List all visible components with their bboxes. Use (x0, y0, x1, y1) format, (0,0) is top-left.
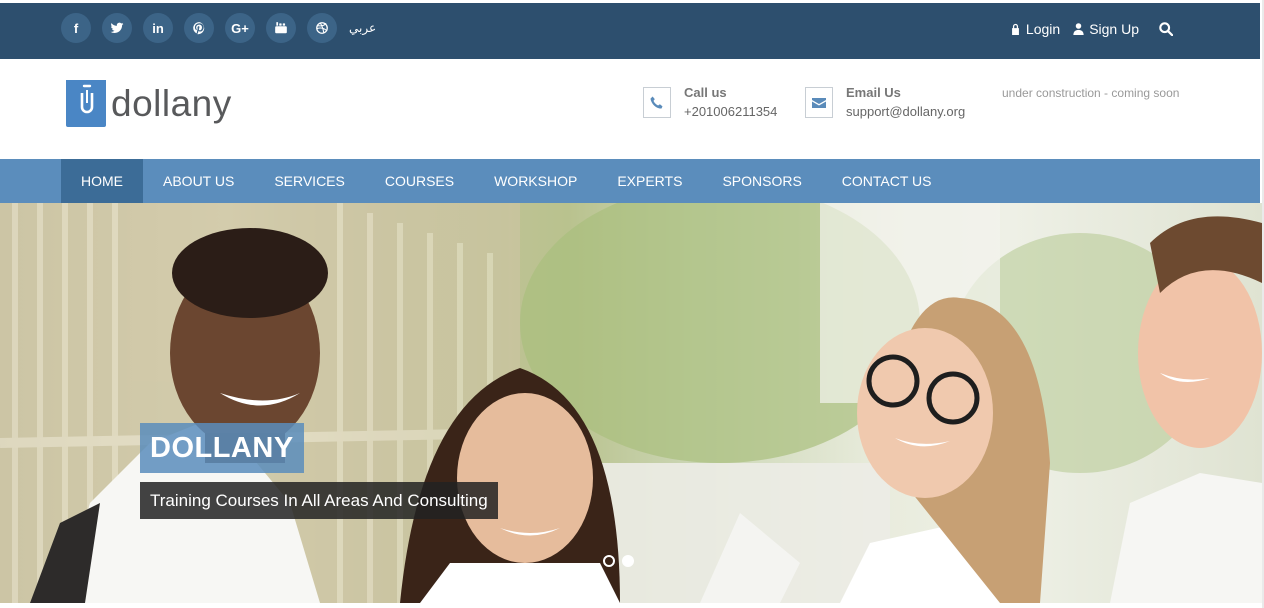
envelope-icon (805, 87, 833, 118)
nav-item-contact-us[interactable]: CONTACT US (822, 159, 952, 203)
login-label: Login (1025, 21, 1061, 37)
phone-icon (643, 87, 671, 118)
social-links: f in G+ عربي (61, 13, 376, 43)
account-links: Login Sign Up (997, 21, 1178, 37)
linkedin-icon[interactable]: in (143, 13, 173, 43)
site-logo[interactable]: dollany (66, 80, 232, 127)
slider-dot-1[interactable] (603, 555, 615, 567)
email-us-address[interactable]: support@dollany.org (846, 103, 965, 121)
login-link[interactable]: Login (1010, 21, 1060, 37)
hero-title: DOLLANY (140, 423, 304, 473)
search-icon (1159, 22, 1173, 36)
nav-item-courses[interactable]: COURSES (365, 159, 474, 203)
facebook-icon[interactable]: f (61, 13, 91, 43)
search-button[interactable] (1159, 22, 1178, 36)
call-us-block: Call us +201006211354 (643, 85, 777, 121)
site-header: dollany Call us +201006211354 Email Us s… (0, 59, 1260, 159)
user-icon (1073, 23, 1084, 35)
nav-item-services[interactable]: SERVICES (254, 159, 365, 203)
logo-text: dollany (111, 83, 232, 124)
signup-link[interactable]: Sign Up (1073, 21, 1139, 37)
nav-item-home[interactable]: HOME (61, 159, 143, 203)
linkedin-glyph: in (152, 20, 164, 36)
top-bar: f in G+ عربي Login Sign Up (0, 3, 1260, 59)
google-plus-icon[interactable]: G+ (225, 13, 255, 43)
lock-icon (1011, 23, 1019, 35)
email-us-title: Email Us (846, 85, 901, 100)
hero-photo (0, 203, 1262, 603)
slider-dot-2[interactable] (622, 555, 634, 567)
signup-label: Sign Up (1089, 21, 1139, 37)
call-us-title: Call us (684, 85, 727, 100)
hero-subtitle: Training Courses In All Areas And Consul… (140, 482, 498, 519)
construction-notice: under construction - coming soon (1002, 86, 1180, 100)
nav-item-experts[interactable]: EXPERTS (597, 159, 702, 203)
main-nav: HOME ABOUT US SERVICES COURSES WORKSHOP … (0, 159, 1260, 203)
email-us-block: Email Us support@dollany.org (805, 85, 965, 121)
google-plus-glyph: G+ (231, 20, 249, 36)
call-us-number[interactable]: +201006211354 (684, 103, 777, 121)
facebook-glyph: f (73, 20, 79, 36)
nav-item-sponsors[interactable]: SPONSORS (702, 159, 821, 203)
hero-slider[interactable]: DOLLANY Training Courses In All Areas An… (0, 203, 1262, 603)
nav-item-about-us[interactable]: ABOUT US (143, 159, 254, 203)
language-switch[interactable]: عربي (349, 21, 376, 35)
logo-mark-icon (66, 80, 106, 127)
youtube-icon[interactable] (266, 13, 296, 43)
dribbble-icon[interactable] (307, 13, 337, 43)
nav-item-workshop[interactable]: WORKSHOP (474, 159, 597, 203)
slider-pagination (603, 555, 641, 567)
pinterest-icon[interactable] (184, 13, 214, 43)
twitter-icon[interactable] (102, 13, 132, 43)
